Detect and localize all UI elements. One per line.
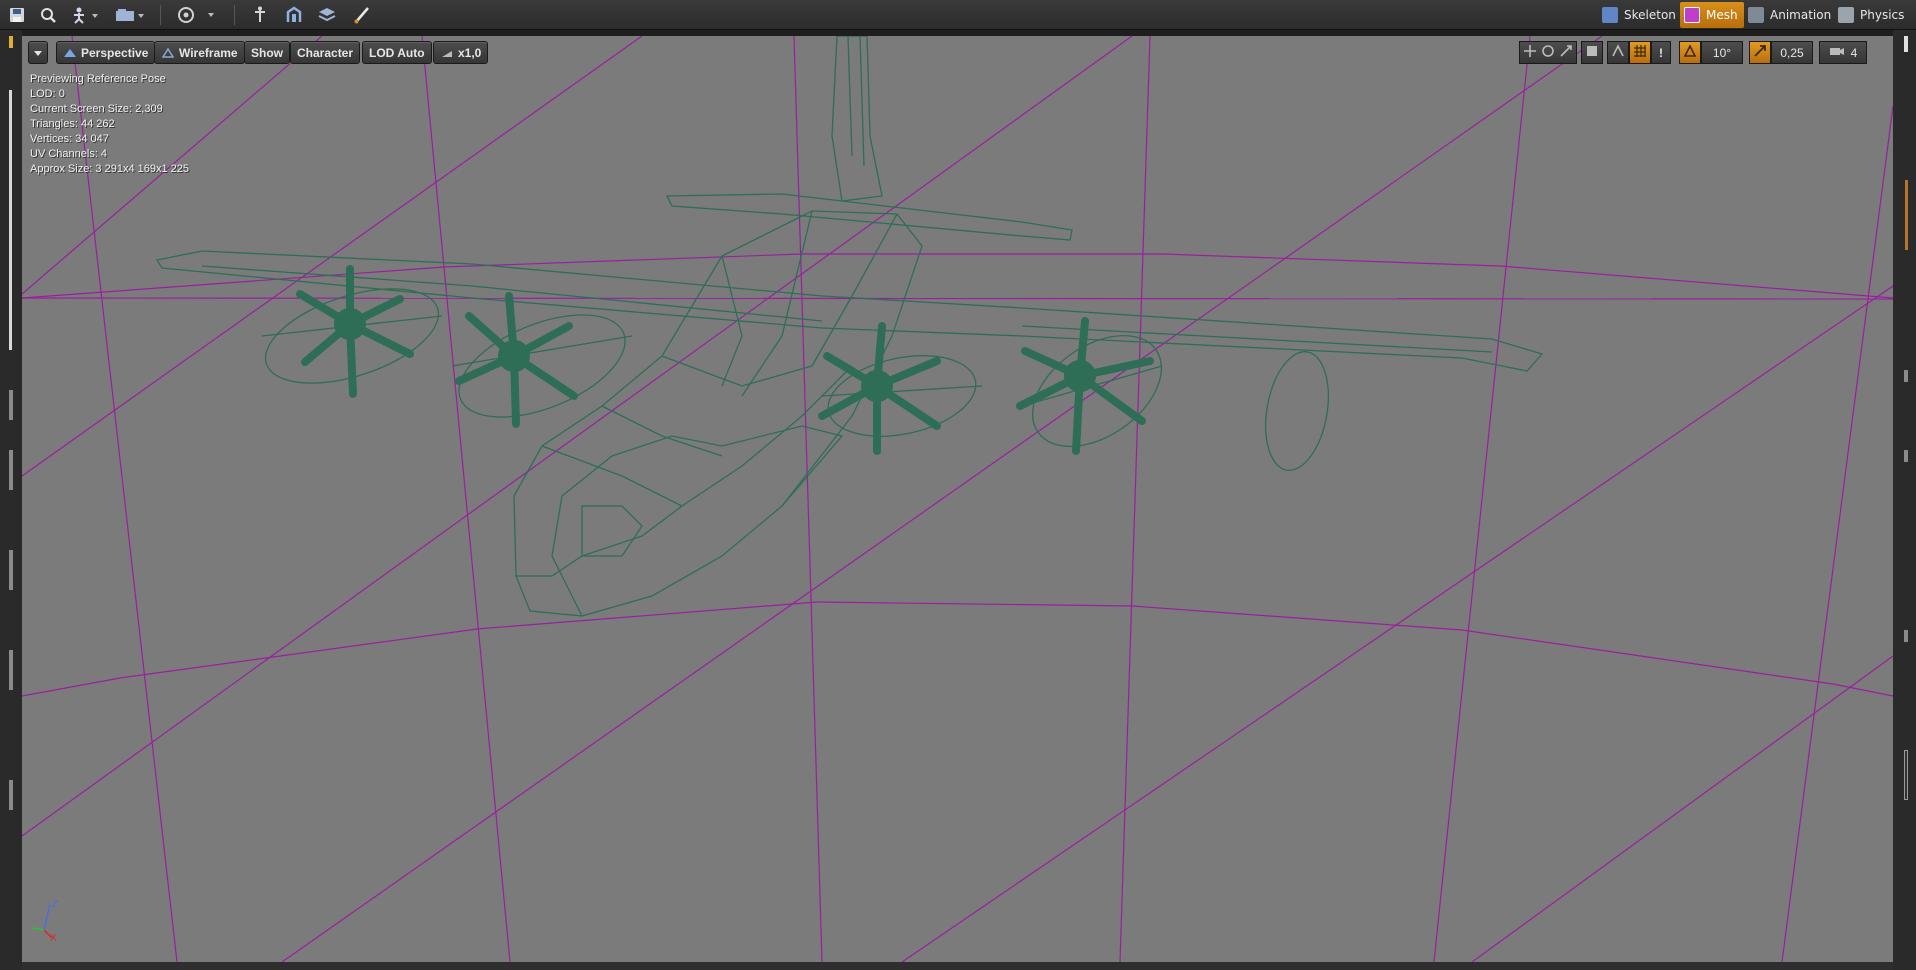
- panel-tab-icon[interactable]: [1904, 36, 1908, 52]
- perspective-label: Perspective: [81, 45, 149, 60]
- view-mode-button[interactable]: Wireframe: [154, 41, 245, 64]
- panel-tick: [9, 390, 13, 420]
- panel-scrollbar[interactable]: [1905, 180, 1908, 250]
- viewport-bottom-bar: [22, 962, 1893, 970]
- transform-tools-group[interactable]: [1519, 41, 1577, 64]
- view-mode-label: Wireframe: [179, 45, 238, 60]
- playback-label: x1,0: [458, 45, 482, 60]
- mode-mesh-button[interactable]: Mesh: [1680, 2, 1744, 28]
- perspective-icon: [63, 47, 77, 59]
- bone-icon[interactable]: [248, 3, 272, 27]
- wireframe-icon: [161, 47, 175, 59]
- save-icon[interactable]: [6, 3, 28, 27]
- grid-size-button[interactable]: !: [1651, 41, 1671, 64]
- angle-icon: [1683, 44, 1697, 61]
- skeleton-mode-icon: [1602, 7, 1618, 23]
- rotation-snap-value[interactable]: 10°: [1701, 41, 1743, 64]
- grid-icon: [1633, 44, 1647, 61]
- left-panel-edge[interactable]: [0, 30, 22, 970]
- viewport-scene[interactable]: [22, 36, 1893, 962]
- mesh-stats-overlay: Previewing Reference Pose LOD: 0 Current…: [30, 72, 189, 177]
- playback-speed-button[interactable]: x1,0: [433, 41, 489, 64]
- mode-animation-button[interactable]: Animation: [1744, 2, 1837, 28]
- mode-animation-label: Animation: [1770, 8, 1832, 22]
- rotation-snap-toggle[interactable]: [1679, 41, 1701, 64]
- axis-z-label: Z: [52, 899, 58, 910]
- viewport-options-button[interactable]: [28, 41, 48, 64]
- mode-skeleton-button[interactable]: Skeleton: [1598, 2, 1682, 28]
- lod-label: LOD Auto: [369, 45, 425, 60]
- axis-gizmo: Z X: [31, 899, 58, 942]
- approx-size-text: Approx Size: 3 291x4 169x1 225: [30, 163, 190, 175]
- mode-mesh-label: Mesh: [1706, 8, 1738, 22]
- lod-button[interactable]: LOD Auto: [362, 41, 432, 64]
- playback-icon: [440, 47, 454, 59]
- rotation-snap-label: 10°: [1712, 45, 1732, 60]
- lod-text: LOD: 0: [30, 88, 65, 100]
- camera-icon[interactable]: [112, 3, 148, 27]
- world-icon: [1585, 44, 1599, 61]
- panel-tick: [9, 450, 13, 490]
- mesh-viewport[interactable]: Perspective Wireframe Show Character LOD…: [22, 36, 1893, 962]
- character-label: Character: [297, 45, 354, 60]
- right-panel-edge[interactable]: [1893, 30, 1916, 970]
- panel-tick: [9, 780, 13, 810]
- grid-snap-button[interactable]: [1629, 41, 1651, 64]
- target-icon[interactable]: [172, 3, 218, 27]
- layers-icon[interactable]: [314, 3, 340, 27]
- vertices-text: Vertices: 34 047: [30, 133, 109, 145]
- floor-grid: [22, 36, 1893, 962]
- scale-snap-icon: [1753, 44, 1767, 61]
- panel-tick: [1904, 370, 1908, 382]
- physics-mode-icon: [1838, 7, 1854, 23]
- triangles-text: Triangles: 44 262: [30, 118, 115, 130]
- camera-speed-button[interactable]: 4: [1819, 41, 1867, 64]
- translate-icon[interactable]: [1521, 44, 1539, 61]
- mode-physics-label: Physics: [1860, 8, 1905, 22]
- animation-mode-icon: [1748, 7, 1764, 23]
- screen-size-text: Current Screen Size: 2,309: [30, 103, 163, 115]
- camera-speed-icon: [1829, 45, 1845, 60]
- panel-tick: [9, 650, 13, 690]
- character-button[interactable]: Character: [290, 41, 361, 64]
- rotate-icon[interactable]: [1539, 44, 1557, 61]
- axis-x-label: X: [50, 933, 57, 942]
- mode-physics-button[interactable]: Physics: [1834, 2, 1910, 28]
- scale-snap-label: 0,25: [1780, 45, 1804, 60]
- panel-color-swatch[interactable]: [1904, 750, 1908, 800]
- panel-tab-icon[interactable]: [9, 36, 13, 48]
- pose-icon[interactable]: [68, 3, 102, 27]
- panel-scrollbar[interactable]: [9, 90, 12, 350]
- browse-icon[interactable]: [36, 3, 60, 27]
- surface-snap-icon: [1611, 44, 1625, 61]
- exclamation-icon: !: [1659, 45, 1663, 60]
- surface-snap-button[interactable]: [1607, 41, 1629, 64]
- brush-icon[interactable]: [350, 3, 374, 27]
- scale-snap-toggle[interactable]: [1749, 41, 1771, 64]
- show-button[interactable]: Show: [244, 41, 290, 64]
- dropdown-arrow-icon: [33, 46, 43, 60]
- scale-snap-value[interactable]: 0,25: [1771, 41, 1813, 64]
- scale-icon[interactable]: [1557, 44, 1575, 61]
- perspective-button[interactable]: Perspective: [56, 41, 156, 64]
- main-toolbar: Skeleton Mesh Animation Physics: [0, 0, 1916, 30]
- panel-tick: [1904, 450, 1908, 462]
- panel-tick: [1904, 630, 1908, 642]
- mode-skeleton-label: Skeleton: [1624, 8, 1676, 22]
- panel-tick: [9, 550, 13, 590]
- coordinate-system-button[interactable]: [1581, 41, 1603, 64]
- mesh-mode-icon: [1684, 7, 1700, 23]
- uv-channels-text: UV Channels: 4: [30, 148, 108, 160]
- preview-pose-text: Previewing Reference Pose: [30, 73, 166, 85]
- skeleton-icon[interactable]: [282, 3, 306, 27]
- camera-speed-label: 4: [1850, 45, 1858, 60]
- show-label: Show: [251, 45, 283, 60]
